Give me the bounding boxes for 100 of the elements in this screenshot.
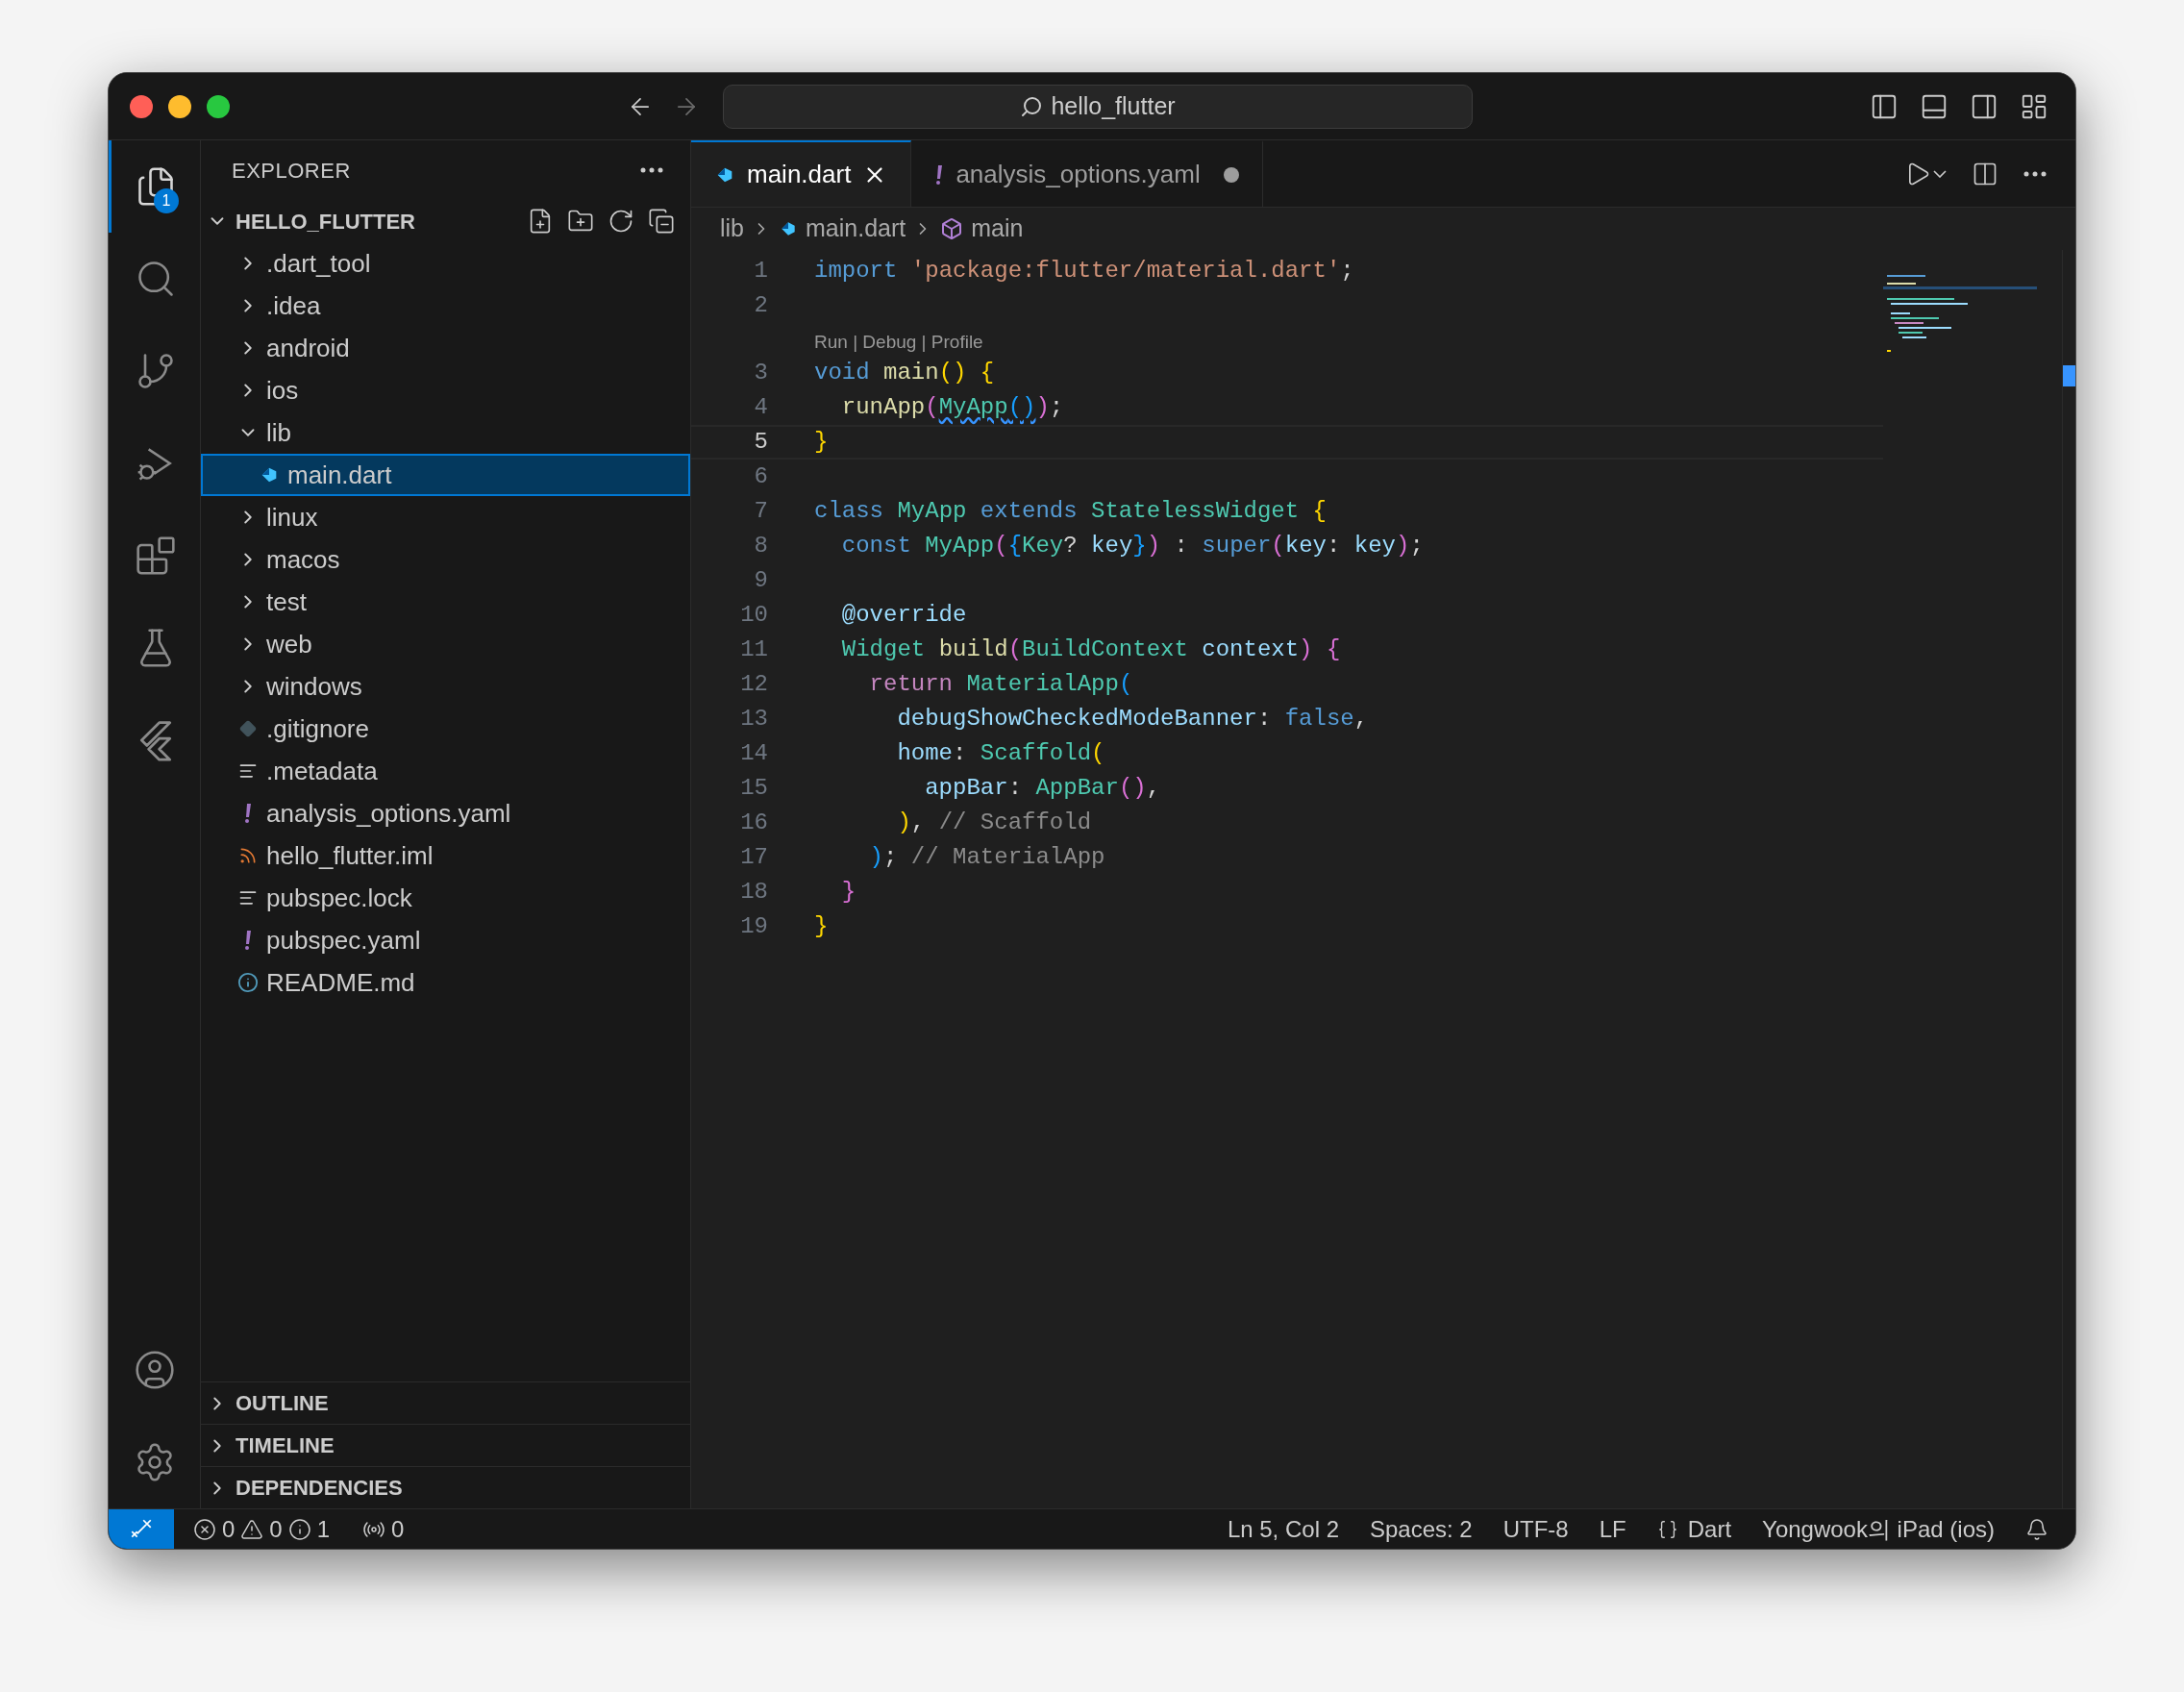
ellipsis-icon — [2023, 170, 2047, 177]
codelens[interactable]: Run | Debug | Profile — [814, 328, 983, 356]
editor-tab[interactable]: main.dart — [691, 140, 912, 207]
line-number: 5 — [753, 428, 768, 457]
line-number: 4 — [753, 393, 768, 422]
code-line: return MaterialApp( — [868, 670, 1133, 699]
status-bar-item[interactable]: Spaces: 2 — [1370, 1511, 1473, 1547]
line-number: 2 — [753, 291, 768, 320]
ports-button[interactable]: 0 — [362, 1511, 405, 1547]
tree-item[interactable]: ios — [201, 369, 690, 411]
line-number: 7 — [753, 497, 768, 526]
ellipsis-icon — [640, 167, 663, 173]
tree-item[interactable]: android — [201, 327, 690, 369]
status-bar-item[interactable]: Ln 5, Col 2 — [1227, 1511, 1339, 1547]
code-line: appBar: AppBar(), — [924, 774, 1161, 803]
tree-item[interactable]: .gitignore — [201, 708, 690, 750]
error-count: 0 — [222, 1514, 236, 1544]
code-line: const MyApp({Key? key}) : super(key: key); — [840, 532, 1424, 560]
caret-icon — [1933, 169, 1947, 178]
line-number: 6 — [753, 462, 768, 491]
code-line: void main() { — [814, 359, 995, 387]
tree-item[interactable]: hello_flutter.iml — [201, 834, 690, 877]
tree-item[interactable]: test — [201, 581, 690, 623]
tree-item[interactable]: lib — [201, 411, 690, 454]
lines-icon — [238, 888, 258, 908]
diamond-icon — [239, 720, 257, 737]
sidebar-section-header[interactable]: TIMELINE — [201, 1424, 690, 1466]
language-mode-button[interactable]: Dart — [1656, 1511, 1732, 1547]
command-center[interactable]: hello_flutter — [723, 84, 1473, 129]
exclamation-icon — [934, 162, 945, 187]
more-actions-button[interactable] — [640, 167, 663, 173]
zoom-window-button[interactable] — [207, 94, 230, 118]
tree-item[interactable]: linux — [201, 496, 690, 538]
tree-item[interactable]: web — [201, 623, 690, 665]
account-icon — [133, 1349, 176, 1391]
line-number: 3 — [753, 359, 768, 387]
error-icon — [193, 1517, 216, 1541]
close-window-button[interactable] — [130, 94, 153, 118]
tree-item[interactable]: windows — [201, 665, 690, 708]
line-number: 17 — [739, 843, 768, 872]
search-icon — [1020, 94, 1044, 118]
info-icon — [287, 1517, 311, 1541]
notifications-button[interactable] — [2025, 1517, 2048, 1541]
tree-item[interactable]: pubspec.lock — [201, 877, 690, 919]
cube-icon — [940, 217, 964, 240]
exclamation-icon — [243, 929, 253, 952]
tree-item[interactable]: .metadata — [201, 750, 690, 792]
tree-item[interactable]: .idea — [201, 285, 690, 327]
minimize-window-button[interactable] — [168, 94, 191, 118]
code-line: debugShowCheckedModeBanner: false, — [896, 705, 1369, 734]
info-count: 1 — [316, 1514, 331, 1544]
line-number: 1 — [753, 257, 768, 286]
code-line: } — [840, 878, 856, 907]
line-number: 10 — [739, 601, 768, 630]
code-line: ), // Scaffold — [896, 809, 1092, 837]
tree-item[interactable]: macos — [201, 538, 690, 581]
braces-icon — [1656, 1518, 1678, 1540]
tree-item[interactable]: .dart_tool — [201, 242, 690, 285]
line-number: 19 — [739, 912, 768, 941]
line-number: 8 — [753, 532, 768, 560]
code-line: runApp(MyApp()); — [840, 393, 1064, 422]
tree-item[interactable]: README.md — [201, 961, 690, 1004]
line-number: 12 — [739, 670, 768, 699]
rss-icon — [238, 846, 258, 865]
sidebar-title: EXPLORER — [232, 157, 351, 185]
lines-icon — [238, 761, 258, 781]
refresh-button[interactable] — [608, 208, 634, 235]
sidebar-section-header[interactable]: OUTLINE — [201, 1381, 690, 1424]
code-line: ); // MaterialApp — [868, 843, 1105, 872]
line-number: 14 — [739, 739, 768, 768]
tree-item[interactable]: pubspec.yaml — [201, 919, 690, 961]
tree-item[interactable]: analysis_options.yaml — [201, 792, 690, 834]
line-number: 16 — [739, 809, 768, 837]
warning-icon — [240, 1517, 264, 1541]
line-number: 18 — [739, 878, 768, 907]
status-bar-item[interactable]: UTF-8 — [1502, 1511, 1569, 1547]
code-line: Widget build(BuildContext context) { — [840, 635, 1341, 664]
exclamation-icon — [243, 802, 253, 825]
warning-count: 0 — [269, 1514, 283, 1544]
notification-badge: 1 — [154, 188, 179, 213]
status-bar-item[interactable]: LF — [1599, 1511, 1626, 1547]
status-bar-item[interactable]: Yongwook의 iPad (ios) — [1762, 1511, 1995, 1547]
code-line: } — [814, 912, 829, 941]
tree-item[interactable]: main.dart — [201, 454, 690, 496]
code-line: } — [814, 428, 829, 457]
breadcrumb-item[interactable]: main.dart — [779, 211, 906, 247]
remote-button[interactable] — [109, 1509, 174, 1549]
more-actions-button[interactable] — [2023, 170, 2047, 177]
code-line: @override — [840, 601, 967, 630]
line-number: 9 — [753, 566, 768, 595]
breadcrumb-item[interactable]: main — [940, 211, 1024, 247]
editor-tab[interactable]: analysis_options.yaml — [911, 140, 1263, 207]
code-line: home: Scaffold( — [896, 739, 1105, 768]
line-number: 11 — [739, 635, 768, 664]
collapse-all-button[interactable] — [648, 208, 675, 235]
line-number: 15 — [739, 774, 768, 803]
problems-button[interactable]: 0 0 1 — [193, 1511, 331, 1547]
folder-header[interactable]: HELLO_FLUTTER — [207, 205, 527, 237]
breadcrumb-item[interactable]: lib — [720, 211, 744, 247]
extensions-icon — [135, 535, 177, 577]
